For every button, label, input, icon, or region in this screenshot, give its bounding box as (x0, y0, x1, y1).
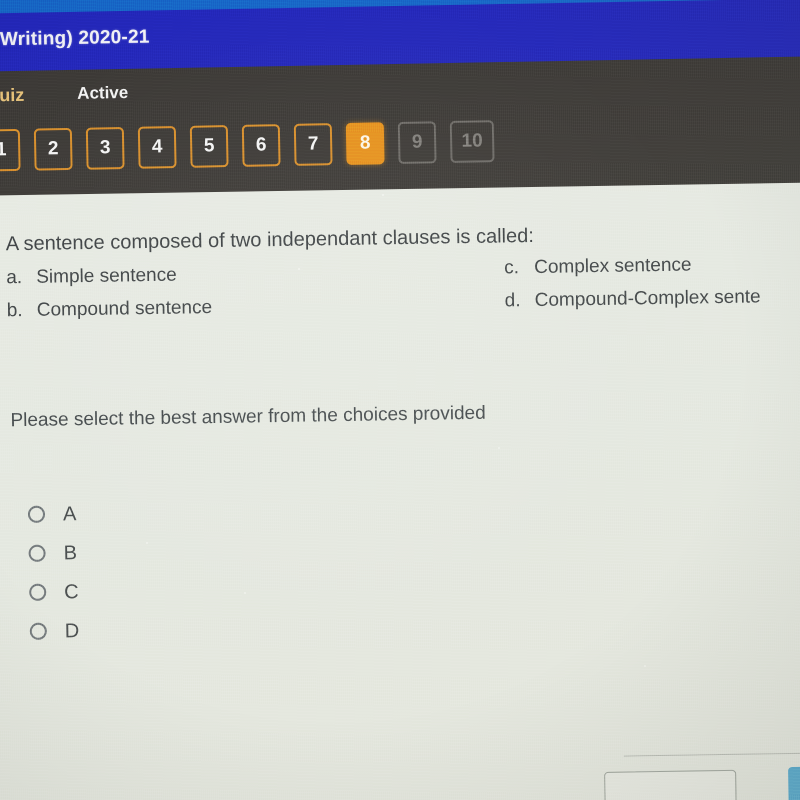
option-a-text: Simple sentence (36, 264, 177, 288)
radio-button-d-icon[interactable] (29, 622, 47, 640)
option-b-letter: b. (6, 299, 23, 322)
screenshot-root: Writing) 2020-21 uiz Active 1 2 3 4 5 6 … (0, 0, 800, 800)
option-a-letter: a. (6, 266, 23, 289)
dust-speck (498, 447, 500, 449)
answer-choice-d[interactable]: D (29, 611, 80, 651)
radio-button-b-icon[interactable] (28, 544, 46, 562)
footer-input-field[interactable] (604, 769, 737, 800)
question-option-c: c. Complex sentence (504, 254, 692, 279)
option-b-text: Compound sentence (36, 297, 213, 321)
answer-choice-d-label: D (64, 619, 80, 642)
question-option-b: b. Compound sentence (7, 297, 213, 322)
question-pill-5[interactable]: 5 (189, 125, 229, 168)
question-pill-10[interactable]: 10 (449, 120, 495, 164)
question-pill-4[interactable]: 4 (137, 126, 177, 169)
option-d-letter: d. (504, 290, 521, 312)
answer-choice-c[interactable]: C (29, 572, 79, 612)
quiz-label: uiz (0, 84, 25, 106)
footer-submit-button[interactable] (788, 765, 800, 800)
question-pill-6[interactable]: 6 (241, 124, 281, 167)
option-c-text: Complex sentence (534, 254, 692, 278)
dust-speck (146, 542, 148, 544)
quiz-nav-bar: uiz Active 1 2 3 4 5 6 7 8 9 10 (0, 55, 800, 204)
question-option-d: d. Compound-Complex sente (505, 286, 761, 312)
dust-speck (644, 665, 646, 667)
radio-button-c-icon[interactable] (29, 583, 47, 601)
question-pill-3[interactable]: 3 (85, 126, 125, 170)
answer-choice-a[interactable]: A (27, 494, 78, 534)
question-pill-7[interactable]: 7 (293, 123, 333, 166)
answer-choice-b-label: B (63, 541, 78, 564)
page-title: Writing) 2020-21 (0, 26, 150, 51)
answer-choice-b[interactable]: B (28, 533, 78, 573)
question-pill-1[interactable]: 1 (0, 128, 21, 172)
option-c-letter: c. (504, 257, 520, 279)
quiz-status-label: Active (77, 82, 129, 103)
dust-speck (244, 592, 246, 594)
question-pill-2[interactable]: 2 (33, 127, 73, 171)
answer-choice-a-label: A (62, 502, 77, 525)
question-option-a: a. Simple sentence (6, 265, 177, 290)
question-content-sheet: A sentence composed of two independant c… (0, 181, 800, 800)
question-pill-8[interactable]: 8 (345, 122, 385, 165)
option-d-text: Compound-Complex sente (534, 286, 761, 311)
question-stem: A sentence composed of two independant c… (5, 224, 534, 256)
dust-speck (298, 268, 300, 270)
answer-choice-list: A B C D (27, 494, 80, 651)
question-number-list: 1 2 3 4 5 6 7 8 9 10 (0, 120, 495, 172)
question-pill-9[interactable]: 9 (397, 121, 437, 164)
answer-choice-c-label: C (64, 580, 79, 603)
dust-speck (382, 194, 384, 196)
radio-button-a-icon[interactable] (27, 505, 46, 523)
answer-prompt: Please select the best answer from the c… (10, 402, 486, 432)
page-surface: Writing) 2020-21 uiz Active 1 2 3 4 5 6 … (0, 0, 800, 800)
footer-divider (623, 751, 800, 757)
